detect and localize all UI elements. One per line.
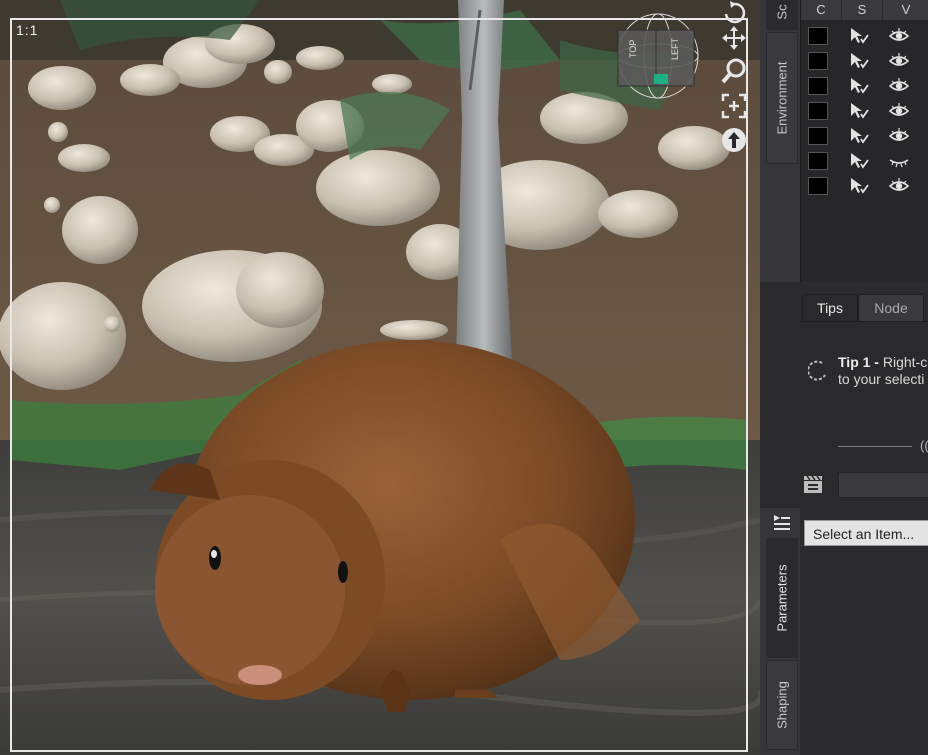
tab-shaping-label: Shaping bbox=[774, 681, 790, 729]
selectable-arrow-icon[interactable] bbox=[849, 151, 869, 171]
right-dock: Sc Environment C S V Tips Node Tip 1 - R… bbox=[760, 0, 928, 755]
cube-face-front: LEFT bbox=[670, 37, 680, 60]
frame-selection-icon[interactable] bbox=[720, 92, 748, 120]
tip-line2: to your selecti bbox=[838, 371, 925, 387]
render-scene bbox=[0, 0, 760, 755]
content-swatch[interactable] bbox=[808, 52, 828, 70]
panel-menu-icon[interactable] bbox=[772, 514, 792, 532]
tips-panel: Tips Node Tip 1 - Right-c to your select… bbox=[800, 292, 928, 502]
column-header-content[interactable]: C bbox=[801, 0, 842, 20]
scene-row[interactable] bbox=[801, 124, 928, 149]
zoom-label: 1:1 bbox=[16, 22, 39, 38]
tab-node[interactable]: Node bbox=[858, 294, 924, 321]
tip-action-bar[interactable] bbox=[838, 472, 928, 498]
eye-open-icon[interactable] bbox=[889, 27, 909, 45]
tip-title: Tip 1 - bbox=[838, 354, 879, 370]
orbit-icon[interactable] bbox=[720, 0, 748, 26]
scene-panel: C S V bbox=[800, 0, 928, 282]
tab-parameters-label: Parameters bbox=[774, 564, 790, 632]
parameters-panel: Select an Item... bbox=[800, 508, 928, 755]
eye-open-icon[interactable] bbox=[889, 177, 909, 195]
selectable-arrow-icon[interactable] bbox=[849, 26, 869, 46]
tip-line1: Right-c bbox=[878, 354, 928, 370]
selectable-arrow-icon[interactable] bbox=[849, 76, 869, 96]
viewport-3d[interactable]: 1:1 TOP LEFT bbox=[0, 0, 760, 755]
eye-open-icon[interactable] bbox=[889, 77, 909, 95]
clapperboard-icon[interactable] bbox=[802, 474, 824, 494]
tab-divider bbox=[800, 321, 928, 322]
tab-parameters[interactable]: Parameters bbox=[766, 538, 798, 658]
eye-open-icon[interactable] bbox=[889, 102, 909, 120]
scene-row[interactable] bbox=[801, 49, 928, 74]
tip-progress-track bbox=[838, 446, 912, 447]
scene-row[interactable] bbox=[801, 74, 928, 99]
cube-face-top: TOP bbox=[628, 40, 638, 58]
tab-scene[interactable]: Sc bbox=[766, 0, 798, 30]
content-swatch[interactable] bbox=[808, 27, 828, 45]
tab-environment[interactable]: Environment bbox=[766, 32, 798, 164]
content-swatch[interactable] bbox=[808, 177, 828, 195]
tip-text: Tip 1 - Right-c to your selecti bbox=[838, 354, 927, 388]
view-cube[interactable]: TOP LEFT bbox=[612, 8, 704, 108]
column-header-visible[interactable]: V bbox=[883, 0, 928, 20]
content-swatch[interactable] bbox=[808, 77, 828, 95]
view-cube-accent bbox=[654, 74, 668, 84]
content-swatch[interactable] bbox=[808, 127, 828, 145]
middle-tab-strip bbox=[760, 282, 800, 508]
tab-shaping[interactable]: Shaping bbox=[766, 660, 798, 750]
lower-tab-strip: Parameters Shaping bbox=[760, 508, 801, 755]
content-swatch[interactable] bbox=[808, 102, 828, 120]
tab-scene-label: Sc bbox=[774, 4, 790, 20]
selectable-arrow-icon[interactable] bbox=[849, 51, 869, 71]
scene-row[interactable] bbox=[801, 149, 928, 174]
selectable-arrow-icon[interactable] bbox=[849, 101, 869, 121]
selectable-arrow-icon[interactable] bbox=[849, 176, 869, 196]
zoom-icon[interactable] bbox=[720, 57, 748, 85]
loading-spinner-icon bbox=[808, 360, 826, 381]
eye-open-icon[interactable] bbox=[889, 52, 909, 70]
selectable-arrow-icon[interactable] bbox=[849, 126, 869, 146]
content-swatch[interactable] bbox=[808, 152, 828, 170]
column-header-selectable[interactable]: S bbox=[842, 0, 883, 20]
upper-tab-strip: Sc Environment bbox=[760, 0, 801, 282]
tab-environment-label: Environment bbox=[774, 61, 790, 135]
scene-row[interactable] bbox=[801, 24, 928, 49]
eye-closed-icon[interactable] bbox=[889, 152, 909, 170]
eye-open-icon[interactable] bbox=[889, 127, 909, 145]
reset-view-icon[interactable] bbox=[720, 126, 748, 154]
scene-row[interactable] bbox=[801, 174, 928, 199]
tip-progress-suffix: (( bbox=[920, 438, 928, 453]
select-item-dropdown[interactable]: Select an Item... bbox=[804, 520, 928, 546]
pan-icon[interactable] bbox=[720, 24, 748, 52]
tab-tips[interactable]: Tips bbox=[802, 294, 858, 321]
scene-row[interactable] bbox=[801, 99, 928, 124]
